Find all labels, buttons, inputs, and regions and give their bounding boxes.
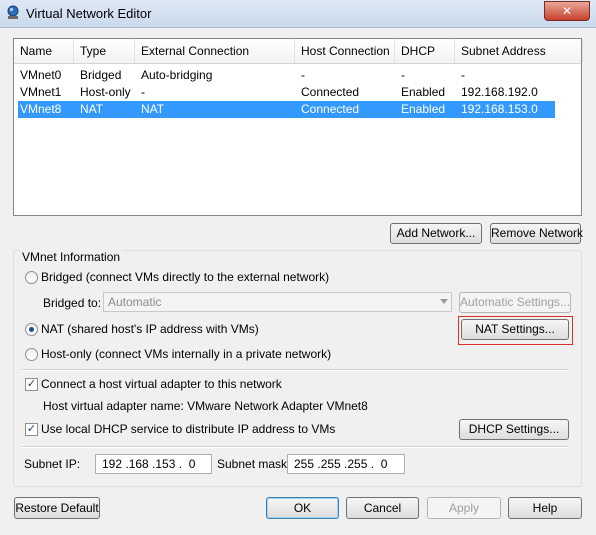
- bridged-radio[interactable]: [25, 271, 38, 284]
- cell-host: -: [301, 68, 305, 82]
- table-row[interactable]: VMnet0 Bridged Auto-bridging - - -: [18, 67, 555, 84]
- column-header-dhcp[interactable]: DHCP: [395, 39, 455, 63]
- restore-default-button[interactable]: Restore Default: [14, 497, 100, 519]
- bridged-to-select[interactable]: Automatic: [103, 292, 452, 312]
- close-button[interactable]: ✕: [544, 1, 590, 21]
- cell-dhcp: Enabled: [401, 102, 446, 116]
- group-title: VMnet Information: [20, 250, 123, 264]
- cell-subnet: -: [461, 68, 465, 82]
- window-title: Virtual Network Editor: [26, 6, 152, 21]
- cell-external: NAT: [141, 102, 165, 116]
- nat-label[interactable]: NAT (shared host's IP address with VMs): [41, 322, 259, 336]
- cell-name: VMnet0: [20, 68, 62, 82]
- cell-type: Host-only: [80, 85, 131, 99]
- remove-network-button[interactable]: Remove Network: [490, 223, 583, 244]
- help-button[interactable]: Help: [508, 497, 582, 519]
- cell-name: VMnet8: [20, 102, 62, 116]
- column-header-subnet-address[interactable]: Subnet Address: [455, 39, 583, 63]
- column-header-external-connection[interactable]: External Connection: [135, 39, 295, 63]
- cell-host: Connected: [301, 102, 360, 116]
- dialog-content: Name Type External Connection Host Conne…: [0, 28, 596, 535]
- subnet-mask-label: Subnet mask:: [217, 457, 291, 471]
- dhcp-settings-button[interactable]: DHCP Settings...: [459, 419, 569, 440]
- host-only-radio[interactable]: [25, 348, 38, 361]
- cell-dhcp: -: [401, 68, 405, 82]
- table-row-selected[interactable]: VMnet8 NAT NAT Connected Enabled 192.168…: [18, 101, 555, 118]
- subnet-ip-field[interactable]: 192 .168 .153 . 0: [95, 454, 212, 474]
- column-header-type[interactable]: Type: [74, 39, 135, 63]
- subnet-mask-field[interactable]: 255 .255 .255 . 0: [287, 454, 405, 474]
- list-header: Name Type External Connection Host Conne…: [14, 39, 583, 64]
- column-header-name[interactable]: Name: [14, 39, 74, 63]
- dhcp-checkbox[interactable]: ✓: [25, 423, 38, 436]
- network-list[interactable]: Name Type External Connection Host Conne…: [13, 38, 583, 216]
- nat-radio[interactable]: [25, 323, 38, 336]
- host-only-label[interactable]: Host-only (connect VMs internally in a p…: [41, 347, 331, 361]
- cell-external: Auto-bridging: [141, 68, 213, 82]
- apply-button[interactable]: Apply: [427, 497, 501, 519]
- cell-dhcp: Enabled: [401, 85, 446, 99]
- automatic-settings-button[interactable]: Automatic Settings...: [459, 292, 571, 313]
- cancel-button[interactable]: Cancel: [346, 497, 419, 519]
- adapter-name-text: Host virtual adapter name: VMware Networ…: [43, 399, 368, 413]
- cell-type: NAT: [80, 102, 104, 116]
- add-network-button[interactable]: Add Network...: [390, 223, 482, 244]
- bridged-to-label: Bridged to:: [43, 296, 102, 310]
- column-header-host-connection[interactable]: Host Connection: [295, 39, 395, 63]
- bridged-label[interactable]: Bridged (connect VMs directly to the ext…: [41, 270, 329, 284]
- title-bar: Virtual Network Editor ✕: [0, 0, 596, 28]
- cell-subnet: 192.168.153.0: [461, 102, 538, 116]
- connect-adapter-label[interactable]: Connect a host virtual adapter to this n…: [41, 377, 282, 391]
- cell-type: Bridged: [80, 68, 122, 82]
- cell-external: -: [141, 85, 145, 99]
- separator: [22, 369, 569, 371]
- separator: [22, 446, 569, 448]
- chevron-down-icon: [440, 299, 448, 304]
- cell-host: Connected: [301, 85, 360, 99]
- connect-adapter-checkbox[interactable]: ✓: [25, 378, 38, 391]
- ok-button[interactable]: OK: [266, 497, 339, 519]
- bridged-to-value: Automatic: [108, 295, 162, 309]
- dhcp-label[interactable]: Use local DHCP service to distribute IP …: [41, 422, 335, 436]
- cell-name: VMnet1: [20, 85, 62, 99]
- cell-subnet: 192.168.192.0: [461, 85, 538, 99]
- subnet-ip-label: Subnet IP:: [24, 457, 81, 471]
- vmware-network-icon: [7, 5, 19, 19]
- red-highlight-box: [458, 316, 573, 345]
- table-row[interactable]: VMnet1 Host-only - Connected Enabled 192…: [18, 84, 555, 101]
